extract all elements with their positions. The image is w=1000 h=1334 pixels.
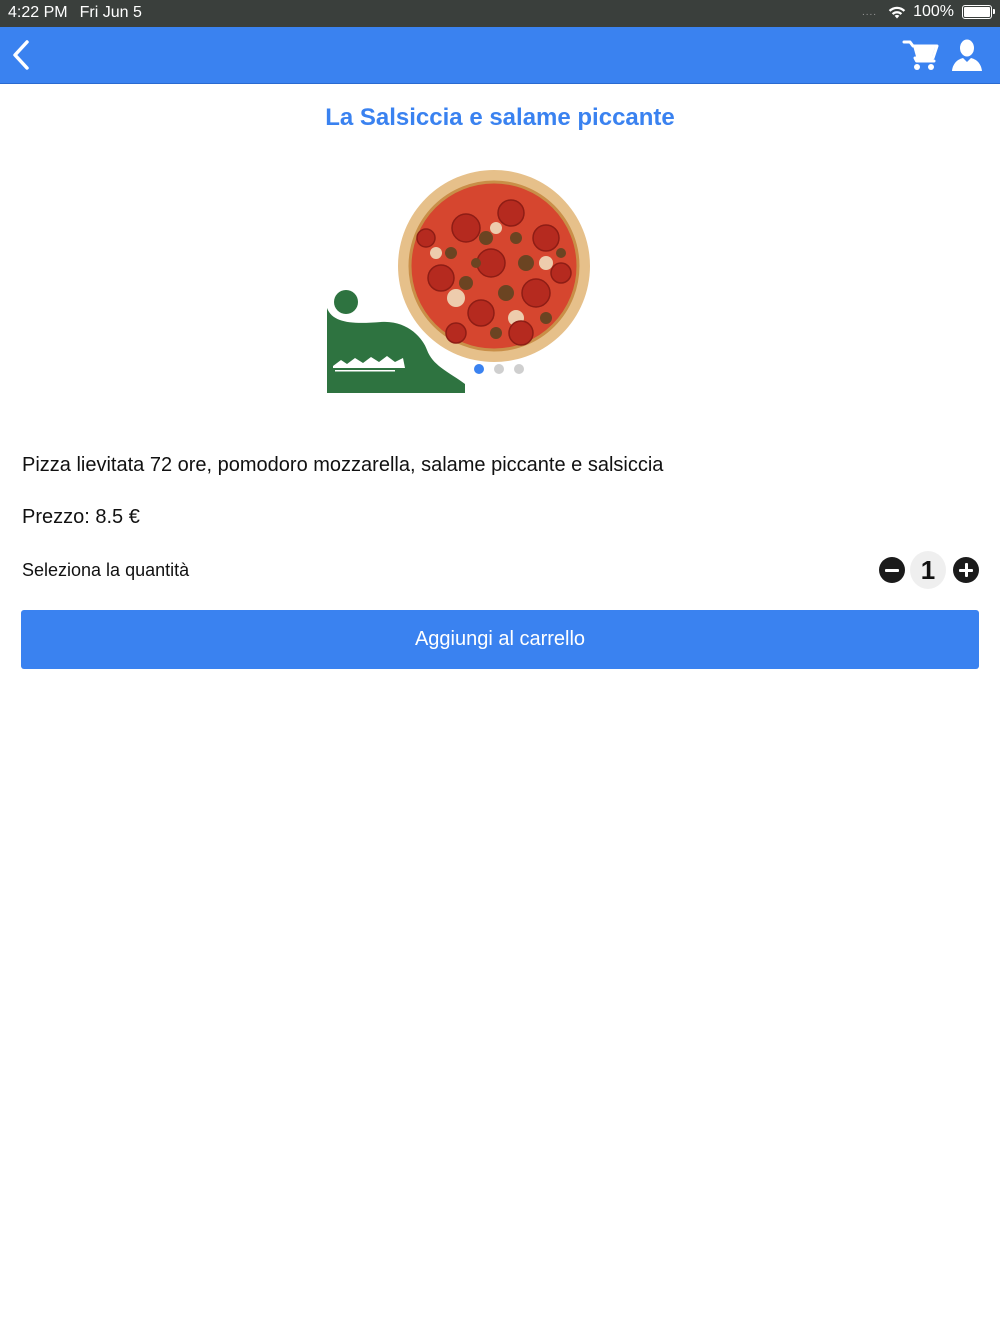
back-button[interactable] — [8, 37, 38, 73]
cart-icon — [902, 40, 939, 70]
status-time: 4:22 PM — [8, 4, 68, 21]
user-icon — [952, 39, 982, 71]
carousel-page-indicator — [474, 364, 524, 374]
product-description: Pizza lievitata 72 ore, pomodoro mozzare… — [22, 454, 664, 476]
navigation-bar — [0, 27, 1000, 84]
back-chevron-icon — [13, 40, 29, 70]
wifi-icon — [888, 6, 906, 18]
carousel-dot-3[interactable] — [514, 364, 524, 374]
quantity-value: 1 — [910, 551, 946, 589]
carousel-dot-2[interactable] — [494, 364, 504, 374]
user-button[interactable] — [950, 38, 984, 74]
battery-percent: 100% — [913, 3, 954, 20]
add-to-cart-button[interactable]: Aggiungi al carrello — [21, 610, 979, 669]
status-bar: 4:22 PM Fri Jun 5 .... 100% — [0, 0, 1000, 27]
decrease-quantity-button[interactable] — [879, 557, 905, 583]
quantity-label: Seleziona la quantità — [22, 560, 190, 580]
cart-button[interactable] — [902, 37, 940, 73]
carousel-dot-1[interactable] — [474, 364, 484, 374]
increase-quantity-button[interactable] — [953, 557, 979, 583]
pizza-image — [398, 170, 590, 362]
status-date: Fri Jun 5 — [79, 4, 142, 21]
product-price: Prezzo: 8.5 € — [22, 506, 140, 528]
status-time-date: 4:22 PM Fri Jun 5 — [8, 4, 142, 22]
signal-dots: .... — [861, 6, 878, 18]
product-title: La Salsiccia e salame piccante — [325, 104, 675, 131]
status-indicators: .... 100% — [861, 3, 995, 21]
product-image-carousel[interactable] — [326, 164, 674, 394]
battery-icon — [962, 5, 995, 19]
